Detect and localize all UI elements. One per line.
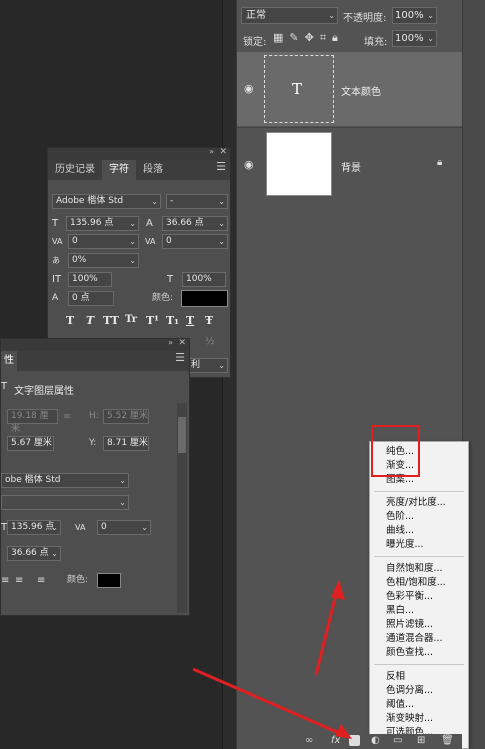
arrow-up-head <box>331 580 345 600</box>
annotation-arrows <box>192 580 352 739</box>
arrow-diagonal-head <box>335 724 352 739</box>
arrow-diagonal-line <box>192 667 347 738</box>
